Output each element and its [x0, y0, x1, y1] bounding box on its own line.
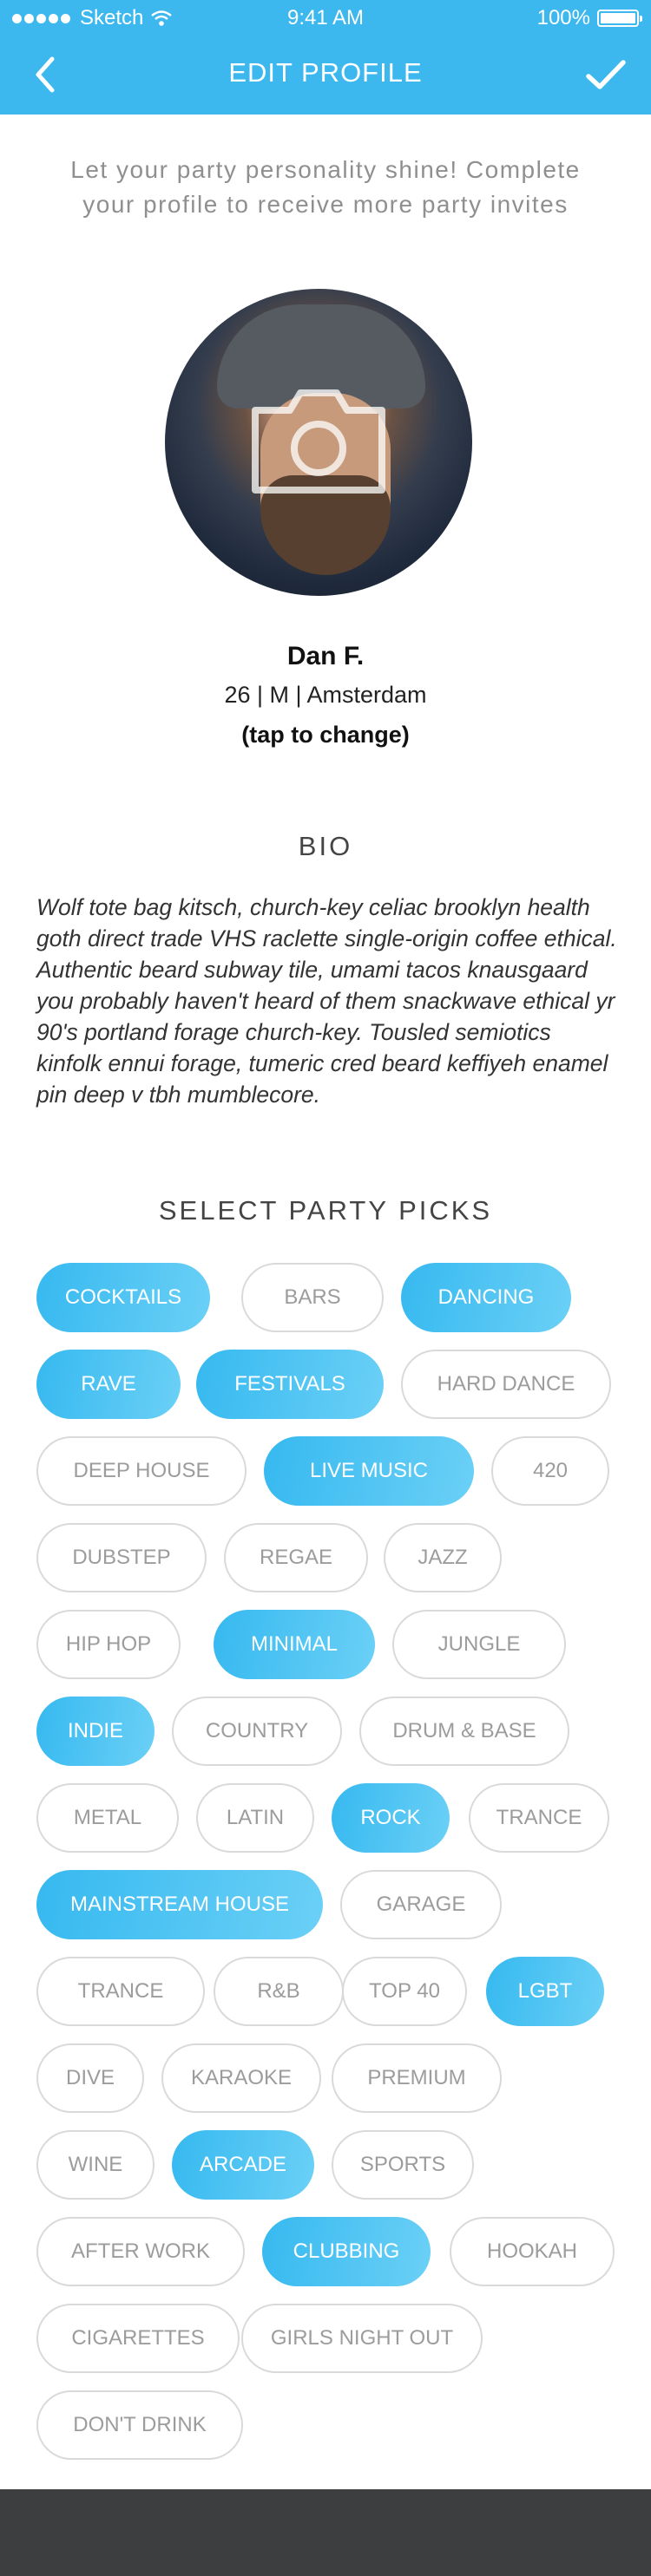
party-pick-chip[interactable]: METAL	[36, 1783, 179, 1853]
party-pick-chip[interactable]: TRANCE	[469, 1783, 609, 1853]
profile-name: Dan F.	[286, 642, 365, 670]
bio-text[interactable]: Wolf tote bag kitsch, church-key celiac …	[36, 892, 620, 1110]
status-right: 100%	[536, 6, 642, 30]
party-pick-chip[interactable]: DUBSTEP	[36, 1523, 207, 1592]
party-pick-chip[interactable]: ARCADE	[172, 2130, 314, 2200]
page-title: EDIT PROFILE	[228, 57, 423, 88]
party-pick-chip[interactable]: SPORTS	[332, 2130, 474, 2200]
party-pick-chip[interactable]: DANCING	[401, 1263, 571, 1332]
change-photo-link[interactable]: (tap to change)	[0, 722, 651, 749]
checkmark-icon[interactable]	[583, 54, 628, 95]
party-pick-chip[interactable]: DRUM & BASE	[359, 1697, 569, 1766]
party-picks-list: COCKTAILS BARS DANCING RAVE FESTIVALS HARD DA…	[0, 1263, 651, 2460]
party-pick-chip[interactable]: LATIN	[196, 1783, 314, 1853]
battery-icon	[597, 10, 642, 27]
party-pick-chip[interactable]: COCKTAILS	[36, 1263, 210, 1332]
party-pick-chip[interactable]: JUNGLE	[392, 1610, 566, 1679]
battery-percent: 100%	[536, 6, 590, 29]
party-pick-chip[interactable]: MAINSTREAM HOUSE	[36, 1870, 323, 1939]
party-pick-chip[interactable]: KARAOKE	[161, 2043, 321, 2113]
camera-icon	[252, 389, 385, 494]
party-pick-chip[interactable]: GIRLS NIGHT OUT	[241, 2304, 483, 2373]
party-pick-chip[interactable]: AFTER WORK	[36, 2217, 245, 2286]
party-pick-chip[interactable]: WINE	[36, 2130, 155, 2200]
party-pick-chip[interactable]: LGBT	[486, 1957, 604, 2026]
intro-text: Let your party personality shine! Comple…	[70, 156, 581, 218]
party-pick-chip[interactable]: DON'T DRINK	[36, 2390, 243, 2460]
party-pick-chip[interactable]: JAZZ	[384, 1523, 502, 1592]
party-pick-chip[interactable]: BARS	[241, 1263, 384, 1332]
bio-heading: BIO	[298, 831, 353, 861]
party-pick-chip[interactable]: HIP HOP	[36, 1610, 181, 1679]
party-pick-chip[interactable]: MINIMAL	[214, 1610, 375, 1679]
party-pick-chip[interactable]: CLUBBING	[262, 2217, 431, 2286]
avatar[interactable]	[165, 289, 472, 596]
party-pick-chip[interactable]: DEEP HOUSE	[36, 1436, 247, 1506]
status-bar: Sketch 9:41 AM 100%	[0, 0, 651, 35]
party-pick-chip[interactable]: COUNTRY	[172, 1697, 342, 1766]
party-picks-heading: SELECT PARTY PICKS	[158, 1195, 493, 1226]
party-pick-chip[interactable]: R&B	[214, 1957, 344, 2026]
party-pick-chip[interactable]: GARAGE	[340, 1870, 502, 1939]
party-pick-chip[interactable]: HARD DANCE	[401, 1350, 611, 1419]
party-pick-chip[interactable]: TOP 40	[342, 1957, 467, 2026]
party-pick-chip[interactable]: INDIE	[36, 1697, 155, 1766]
party-pick-chip[interactable]: ROCK	[332, 1783, 450, 1853]
party-pick-chip[interactable]: TRANCE	[36, 1957, 205, 2026]
nav-bar: EDIT PROFILE	[0, 35, 651, 114]
party-pick-chip[interactable]: FESTIVALS	[196, 1350, 384, 1419]
party-pick-chip[interactable]: HOOKAH	[450, 2217, 615, 2286]
footer-bar	[0, 2489, 651, 2576]
party-pick-chip[interactable]: PREMIUM	[332, 2043, 502, 2113]
party-pick-chip[interactable]: CIGARETTES	[36, 2304, 240, 2373]
party-pick-chip[interactable]: DIVE	[36, 2043, 144, 2113]
party-pick-chip[interactable]: LIVE MUSIC	[264, 1436, 474, 1506]
profile-meta: 26 | M | Amsterdam	[224, 682, 427, 708]
party-pick-chip[interactable]: RAVE	[36, 1350, 181, 1419]
party-pick-chip[interactable]: 420	[491, 1436, 609, 1506]
party-pick-chip[interactable]: REGAE	[224, 1523, 368, 1592]
